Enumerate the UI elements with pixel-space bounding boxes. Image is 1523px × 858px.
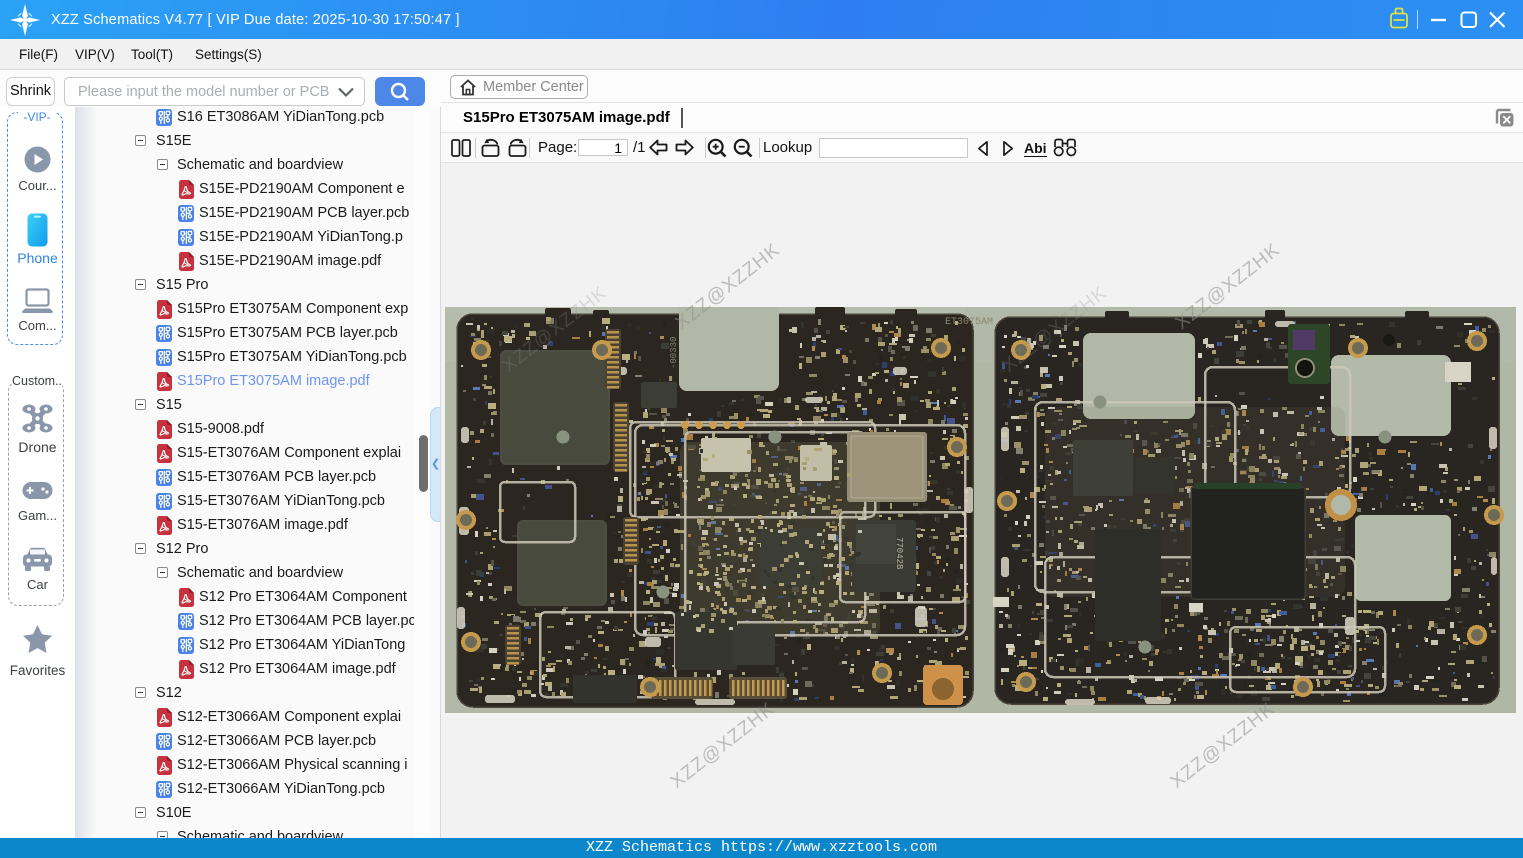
svg-text:-00330: -00330 bbox=[669, 337, 679, 369]
svg-text:77042B: 77042B bbox=[894, 537, 904, 570]
svg-text:ET3075AM: ET3075AM bbox=[945, 317, 993, 328]
